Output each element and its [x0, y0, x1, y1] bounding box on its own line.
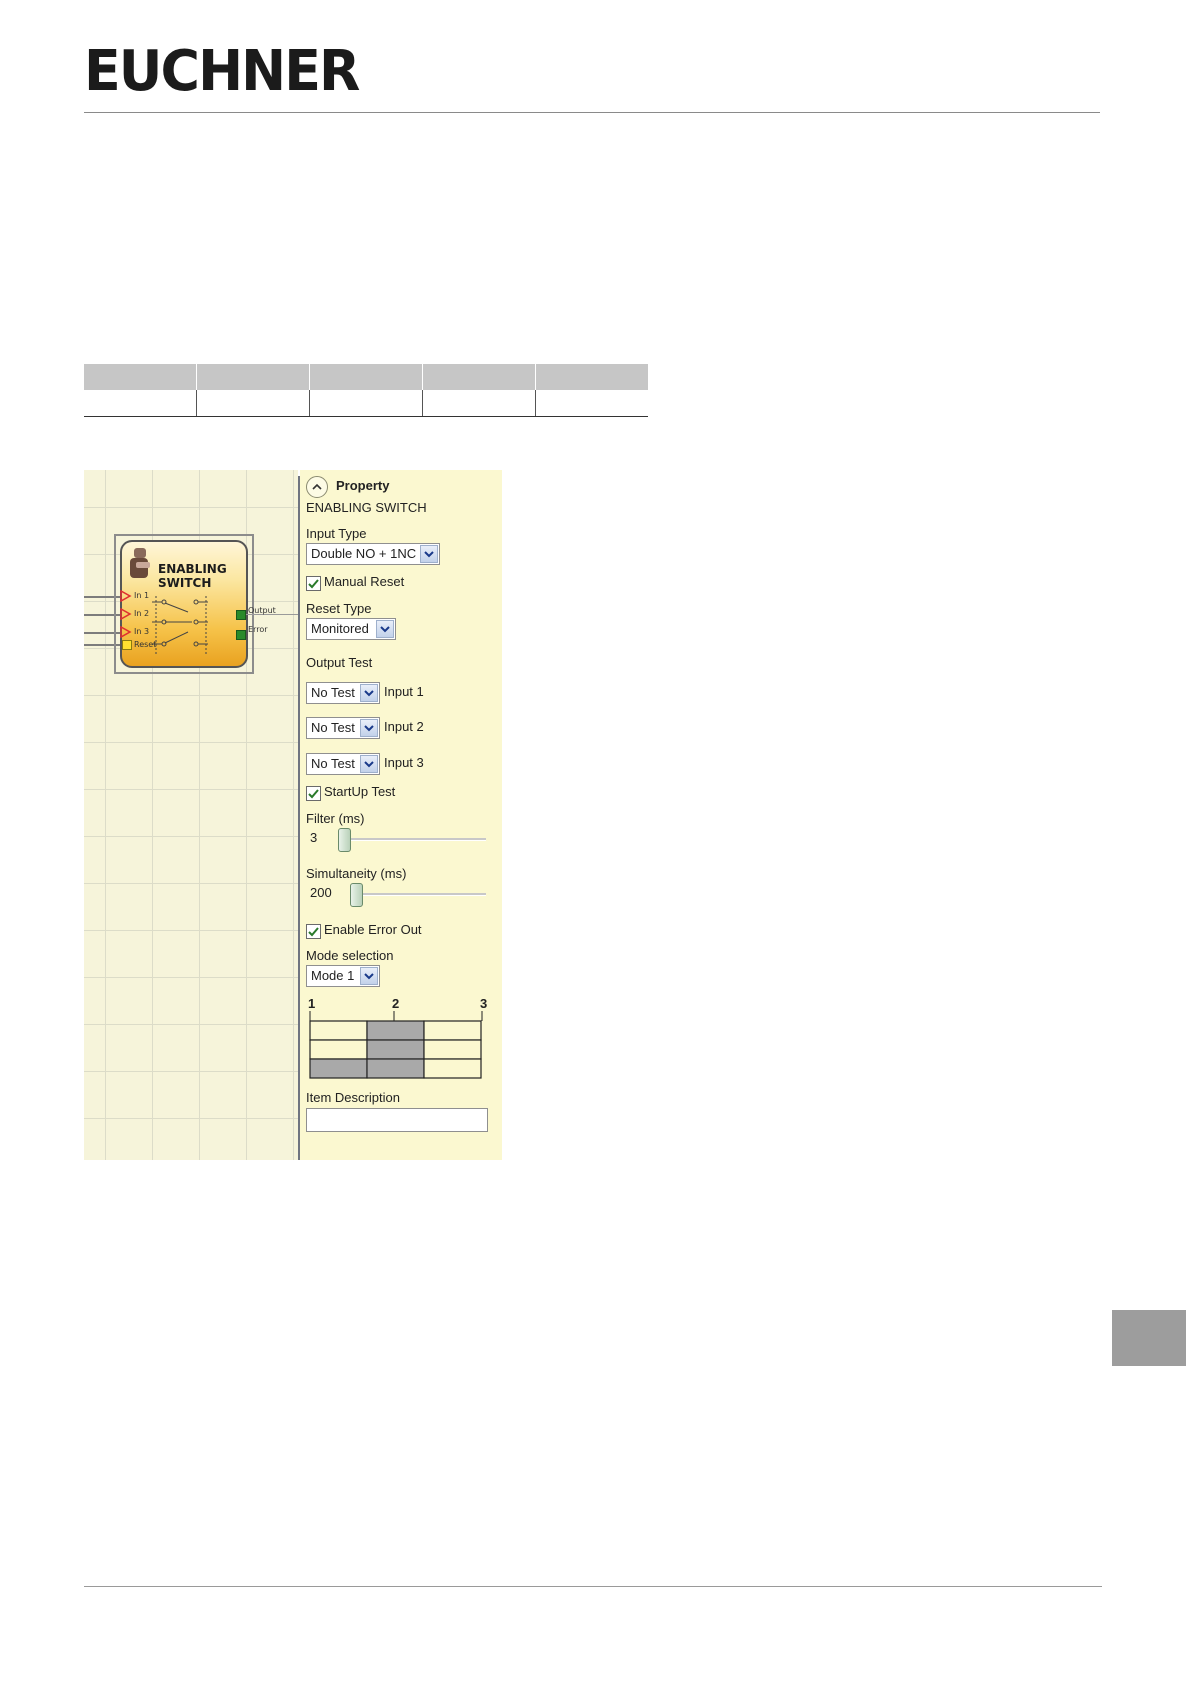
- startup-test-label: StartUp Test: [324, 784, 396, 799]
- table-header-cell: [309, 364, 423, 390]
- output-test-input-label: Input 1: [384, 684, 424, 699]
- chevron-down-icon[interactable]: [360, 719, 378, 737]
- mode-position-label: 1: [308, 996, 315, 1011]
- mode-cell-active: [366, 1039, 425, 1060]
- table-row: [84, 390, 648, 417]
- output-test-select-2[interactable]: No Test: [306, 717, 380, 739]
- simultaneity-label: Simultaneity (ms): [306, 866, 407, 881]
- mode-cell: [423, 1039, 482, 1060]
- chevron-down-icon[interactable]: [360, 755, 378, 773]
- pin-label-error: Error: [248, 625, 268, 634]
- software-screenshot: ENABLING SWITCH In 1 In 2 In 3 Reset Out…: [84, 470, 502, 1160]
- mode-cell: [423, 1058, 482, 1079]
- mode-cell: [309, 1039, 368, 1060]
- manual-reset-checkbox[interactable]: [306, 576, 321, 591]
- footer-rule: [84, 1586, 1102, 1587]
- reset-pin-icon[interactable]: [122, 640, 132, 650]
- output-test-input-label: Input 3: [384, 755, 424, 770]
- pin-label-in3: In 3: [134, 627, 150, 636]
- reset-type-select[interactable]: Monitored: [306, 618, 396, 640]
- enable-error-out-label: Enable Error Out: [324, 922, 422, 937]
- item-description-input[interactable]: [306, 1108, 488, 1132]
- table-cell: [422, 390, 536, 417]
- pin-label-output: Output: [248, 606, 276, 615]
- chevron-down-icon[interactable]: [420, 545, 438, 563]
- chevron-down-icon[interactable]: [360, 967, 378, 985]
- input-type-select[interactable]: Double NO + 1NC: [306, 543, 440, 565]
- chevron-down-icon[interactable]: [376, 620, 394, 638]
- table-cell: [309, 390, 423, 417]
- pin-label-reset: Reset: [134, 640, 157, 649]
- element-name: ENABLING SWITCH: [306, 500, 427, 515]
- table-header-cell: [196, 364, 311, 390]
- filter-slider-thumb[interactable]: [338, 828, 351, 852]
- simultaneity-value: 200: [310, 885, 332, 900]
- mode-selection-label: Mode selection: [306, 948, 394, 963]
- filter-slider-track[interactable]: [338, 838, 486, 841]
- item-description-label: Item Description: [306, 1090, 400, 1105]
- enabling-switch-icon: [130, 548, 150, 578]
- filter-value: 3: [310, 830, 318, 845]
- table-header-cell: [422, 364, 536, 390]
- output-test-input-label: Input 2: [384, 719, 424, 734]
- mode-cell-active: [366, 1020, 425, 1041]
- mode-cell-active: [309, 1058, 368, 1079]
- mode-selection-select[interactable]: Mode 1: [306, 965, 380, 987]
- simultaneity-slider-thumb[interactable]: [350, 883, 363, 907]
- chevron-down-icon[interactable]: [360, 684, 378, 702]
- mode-cell: [423, 1020, 482, 1041]
- error-pin-icon[interactable]: [236, 630, 246, 640]
- euchner-logo: EUCHNER: [84, 39, 360, 104]
- header-rule: [84, 112, 1100, 113]
- mode-position-label: 2: [392, 996, 399, 1011]
- output-pin-icon[interactable]: [236, 610, 246, 620]
- mode-cell-active: [366, 1058, 425, 1079]
- output-test-select-1[interactable]: No Test: [306, 682, 380, 704]
- input-type-label: Input Type: [306, 526, 367, 541]
- chapter-side-tab: [1112, 1310, 1186, 1366]
- table-cell: [535, 390, 648, 417]
- input-pin-icon[interactable]: [120, 626, 132, 638]
- reset-type-label: Reset Type: [306, 601, 372, 616]
- filter-label: Filter (ms): [306, 811, 365, 826]
- startup-test-checkbox[interactable]: [306, 786, 321, 801]
- input-pin-icon[interactable]: [120, 608, 132, 620]
- mode-cell: [309, 1020, 368, 1041]
- table-header-cell: [84, 364, 198, 390]
- mode-diagram: 1 2 3: [308, 996, 487, 1079]
- pin-label-in2: In 2: [134, 609, 150, 618]
- property-panel: Property ENABLING SWITCH Input Type Doub…: [300, 470, 502, 1160]
- collapse-chevron-up-icon[interactable]: [306, 476, 328, 498]
- table-header-row: [84, 364, 648, 390]
- output-test-select-3[interactable]: No Test: [306, 753, 380, 775]
- mode-position-label: 3: [480, 996, 487, 1011]
- block-title: ENABLING SWITCH: [158, 562, 227, 590]
- manual-reset-label: Manual Reset: [324, 574, 405, 589]
- parameter-table: [84, 364, 648, 417]
- table-cell: [84, 390, 198, 417]
- contact-symbol-icon: [152, 596, 208, 654]
- enable-error-out-checkbox[interactable]: [306, 924, 321, 939]
- table-cell: [196, 390, 311, 417]
- input-pin-icon[interactable]: [120, 590, 132, 602]
- pin-label-in1: In 1: [134, 591, 150, 600]
- table-header-cell: [535, 364, 648, 390]
- property-title: Property: [336, 478, 390, 493]
- output-test-label: Output Test: [306, 655, 373, 670]
- simultaneity-slider-track[interactable]: [350, 893, 486, 896]
